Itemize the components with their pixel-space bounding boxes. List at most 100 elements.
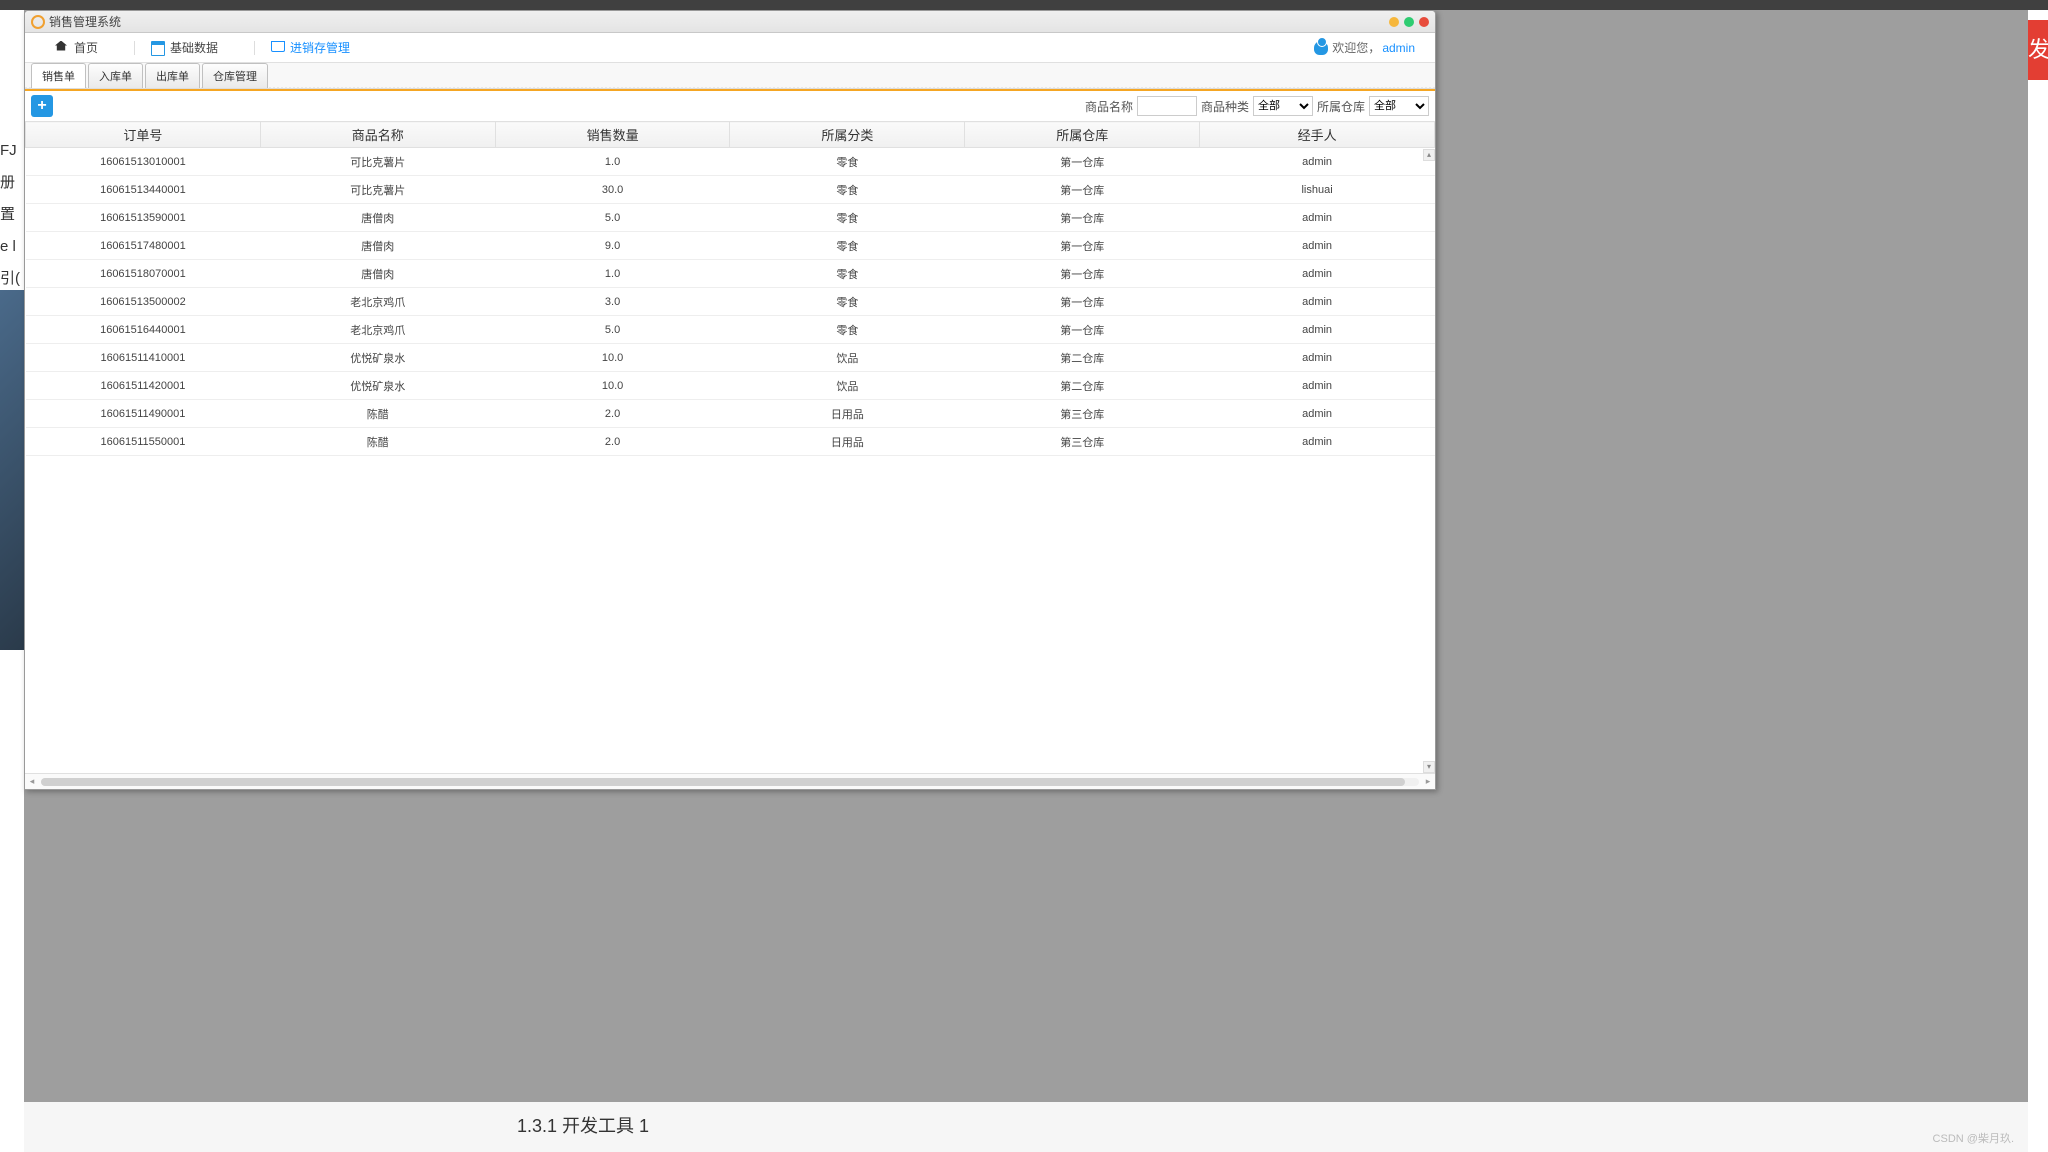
cell-wh: 第三仓库 <box>965 400 1200 428</box>
cell-cat: 零食 <box>730 260 965 288</box>
cell-qty: 2.0 <box>495 400 730 428</box>
table-row[interactable]: 16061513440001可比克薯片30.0零食第一仓库lishuai <box>26 176 1435 204</box>
cell-qty: 10.0 <box>495 372 730 400</box>
cell-cat: 零食 <box>730 204 965 232</box>
filter-name-input[interactable] <box>1137 96 1197 116</box>
app-icon <box>31 15 45 29</box>
background-photo <box>0 290 24 650</box>
cell-id: 16061513500002 <box>26 288 261 316</box>
scroll-down-button[interactable]: ▾ <box>1423 761 1435 773</box>
cell-id: 16061511420001 <box>26 372 261 400</box>
cell-name: 优悦矿泉水 <box>260 344 495 372</box>
cell-qty: 10.0 <box>495 344 730 372</box>
cell-cat: 零食 <box>730 176 965 204</box>
table-row[interactable]: 16061511490001陈醋2.0日用品第三仓库admin <box>26 400 1435 428</box>
scroll-thumb[interactable] <box>41 778 1405 786</box>
section-heading: 1.3.1 开发工具 1 <box>517 1112 649 1138</box>
cart-icon <box>271 41 285 55</box>
table-row[interactable]: 16061511420001优悦矿泉水10.0饮品第二仓库admin <box>26 372 1435 400</box>
cell-cat: 日用品 <box>730 428 965 456</box>
scroll-track[interactable] <box>41 778 1419 786</box>
cell-wh: 第一仓库 <box>965 232 1200 260</box>
cell-qty: 2.0 <box>495 428 730 456</box>
cell-cat: 饮品 <box>730 344 965 372</box>
cell-id: 16061511550001 <box>26 428 261 456</box>
cell-id: 16061513010001 <box>26 148 261 176</box>
tab-2[interactable]: 出库单 <box>145 63 200 88</box>
scroll-left-button[interactable]: ◂ <box>25 775 39 789</box>
cell-cat: 饮品 <box>730 372 965 400</box>
filter-warehouse-label: 所属仓库 <box>1317 98 1365 115</box>
horizontal-scrollbar[interactable]: ◂ ▸ <box>25 773 1435 789</box>
menu-separator <box>254 41 255 55</box>
column-header[interactable]: 所属仓库 <box>965 122 1200 148</box>
add-button[interactable]: + <box>31 95 53 117</box>
plus-icon: + <box>37 97 46 115</box>
scroll-right-button[interactable]: ▸ <box>1421 775 1435 789</box>
cell-wh: 第一仓库 <box>965 288 1200 316</box>
cell-name: 陈醋 <box>260 400 495 428</box>
table-row[interactable]: 16061513590001唐僧肉5.0零食第一仓库admin <box>26 204 1435 232</box>
cell-user: admin <box>1200 148 1435 176</box>
cell-user: admin <box>1200 372 1435 400</box>
cell-wh: 第一仓库 <box>965 260 1200 288</box>
cell-user: admin <box>1200 204 1435 232</box>
menu-home[interactable]: 首页 <box>45 36 108 60</box>
column-header[interactable]: 经手人 <box>1200 122 1435 148</box>
bg-text-fragment: 册 <box>0 172 24 194</box>
cell-id: 16061511410001 <box>26 344 261 372</box>
data-icon <box>151 41 165 55</box>
minimize-button[interactable] <box>1389 17 1399 27</box>
cell-wh: 第二仓库 <box>965 344 1200 372</box>
cell-user: admin <box>1200 232 1435 260</box>
table-row[interactable]: 16061513500002老北京鸡爪3.0零食第一仓库admin <box>26 288 1435 316</box>
menu-inventory[interactable]: 进销存管理 <box>261 36 360 60</box>
column-header[interactable]: 商品名称 <box>260 122 495 148</box>
filter-warehouse-select[interactable]: 全部 <box>1369 96 1429 116</box>
menu-basic-data[interactable]: 基础数据 <box>141 36 228 60</box>
publish-button-fragment: 发 <box>2028 20 2048 80</box>
scroll-up-button[interactable]: ▴ <box>1423 149 1435 161</box>
data-grid[interactable]: 订单号商品名称销售数量所属分类所属仓库经手人 16061513010001可比克… <box>25 121 1435 773</box>
table-body: 16061513010001可比克薯片1.0零食第一仓库admin1606151… <box>26 148 1435 456</box>
filter-name-label: 商品名称 <box>1085 98 1133 115</box>
cell-cat: 零食 <box>730 316 965 344</box>
cell-id: 16061511490001 <box>26 400 261 428</box>
cell-wh: 第一仓库 <box>965 316 1200 344</box>
cell-name: 陈醋 <box>260 428 495 456</box>
filter-category-select[interactable]: 全部 <box>1253 96 1313 116</box>
cell-id: 16061517480001 <box>26 232 261 260</box>
filter-bar: 商品名称 商品种类 全部 所属仓库 全部 <box>1085 96 1429 116</box>
cell-wh: 第三仓库 <box>965 428 1200 456</box>
column-header[interactable]: 所属分类 <box>730 122 965 148</box>
cell-user: admin <box>1200 316 1435 344</box>
column-header[interactable]: 销售数量 <box>495 122 730 148</box>
table-row[interactable]: 16061518070001唐僧肉1.0零食第一仓库admin <box>26 260 1435 288</box>
cell-name: 老北京鸡爪 <box>260 316 495 344</box>
maximize-button[interactable] <box>1404 17 1414 27</box>
tabbar: 销售单入库单出库单仓库管理 <box>25 63 1435 89</box>
table-row[interactable]: 16061513010001可比克薯片1.0零食第一仓库admin <box>26 148 1435 176</box>
cell-wh: 第一仓库 <box>965 204 1200 232</box>
tab-0[interactable]: 销售单 <box>31 63 86 88</box>
table-row[interactable]: 16061516440001老北京鸡爪5.0零食第一仓库admin <box>26 316 1435 344</box>
close-button[interactable] <box>1419 17 1429 27</box>
table-row[interactable]: 16061511410001优悦矿泉水10.0饮品第二仓库admin <box>26 344 1435 372</box>
app-window: 销售管理系统 首页 基础数据 进销存管理 欢迎您， admin 销售单入库单出库… <box>24 10 1436 790</box>
cell-user: admin <box>1200 260 1435 288</box>
cell-name: 可比克薯片 <box>260 176 495 204</box>
table-row[interactable]: 16061511550001陈醋2.0日用品第三仓库admin <box>26 428 1435 456</box>
cell-id: 16061513590001 <box>26 204 261 232</box>
user-box[interactable]: 欢迎您， admin <box>1314 39 1415 56</box>
table-row[interactable]: 16061517480001唐僧肉9.0零食第一仓库admin <box>26 232 1435 260</box>
bg-text-fragment: FJ <box>0 140 24 162</box>
cell-qty: 1.0 <box>495 260 730 288</box>
vertical-scrollbar[interactable]: ▴ ▾ <box>1423 149 1435 773</box>
tab-1[interactable]: 入库单 <box>88 63 143 88</box>
window-title: 销售管理系统 <box>49 13 121 30</box>
filter-category-label: 商品种类 <box>1201 98 1249 115</box>
titlebar[interactable]: 销售管理系统 <box>25 11 1435 33</box>
column-header[interactable]: 订单号 <box>26 122 261 148</box>
tab-3[interactable]: 仓库管理 <box>202 63 268 88</box>
cell-name: 可比克薯片 <box>260 148 495 176</box>
